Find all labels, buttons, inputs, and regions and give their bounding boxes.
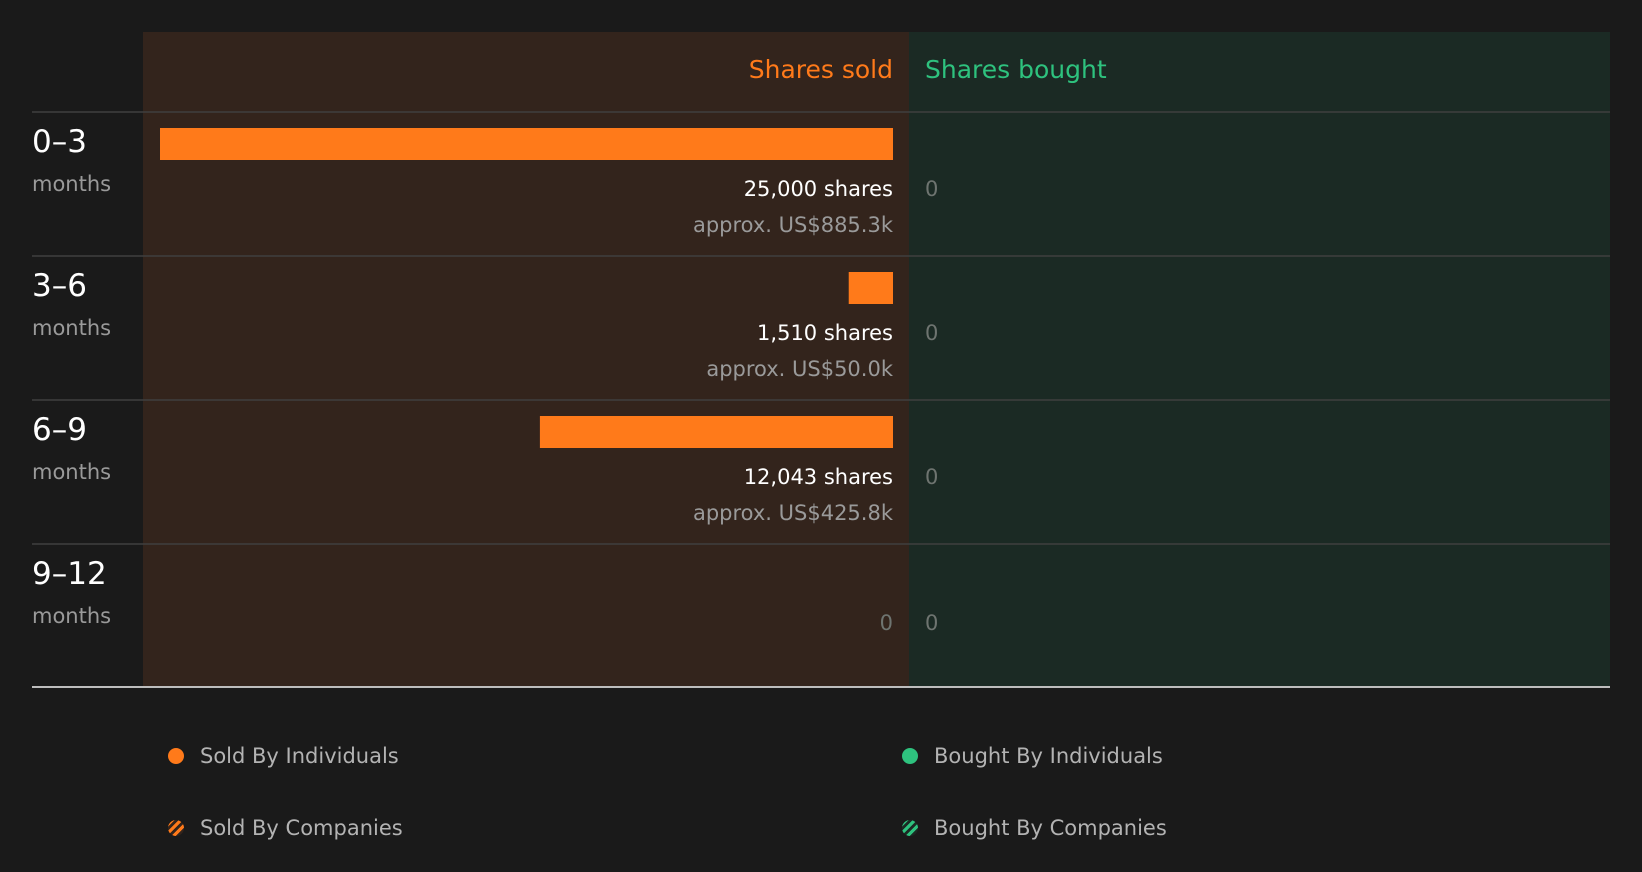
sold-header: Shares sold — [749, 55, 893, 84]
legend-label: Sold By Individuals — [200, 744, 399, 768]
category-unit-label: months — [32, 460, 111, 484]
sold-value-label: approx. US$885.3k — [693, 213, 894, 237]
category-range-label: 6–9 — [32, 412, 87, 448]
bought-header: Shares bought — [925, 55, 1107, 84]
orange-hatched-dot-icon — [168, 820, 184, 836]
sold-zero-label: 0 — [880, 611, 893, 635]
legend-bought-companies: Bought By Companies — [902, 816, 1167, 840]
legend-sold-companies: Sold By Companies — [168, 816, 403, 840]
green-hatched-dot-icon — [902, 820, 918, 836]
category-unit-label: months — [32, 316, 111, 340]
bought-zero-label: 0 — [925, 465, 938, 489]
bought-panel — [909, 32, 1610, 687]
legend-label: Bought By Individuals — [934, 744, 1163, 768]
category-range-label: 3–6 — [32, 268, 87, 304]
sold-value-label: approx. US$50.0k — [706, 357, 894, 381]
category-range-label: 9–12 — [32, 556, 107, 592]
legend-bought-individuals: Bought By Individuals — [902, 744, 1163, 768]
sold-value-label: approx. US$425.8k — [693, 501, 894, 525]
bought-zero-label: 0 — [925, 611, 938, 635]
sold-shares-label: 1,510 shares — [757, 321, 893, 345]
category-range-label: 0–3 — [32, 124, 87, 160]
bought-zero-label: 0 — [925, 177, 938, 201]
orange-dot-icon — [168, 748, 184, 764]
bought-zero-label: 0 — [925, 321, 938, 345]
sold-bar — [160, 128, 893, 160]
green-dot-icon — [902, 748, 918, 764]
sold-bar — [539, 416, 893, 448]
sold-shares-label: 12,043 shares — [744, 465, 893, 489]
legend-label: Bought By Companies — [934, 816, 1167, 840]
category-unit-label: months — [32, 604, 111, 628]
insider-trading-chart: Shares sold Shares bought 0–3 months 25,00… — [32, 32, 1610, 688]
sold-bar — [848, 272, 893, 304]
category-unit-label: months — [32, 172, 111, 196]
legend-sold-individuals: Sold By Individuals — [168, 744, 399, 768]
sold-shares-label: 25,000 shares — [744, 177, 893, 201]
legend-label: Sold By Companies — [200, 816, 403, 840]
